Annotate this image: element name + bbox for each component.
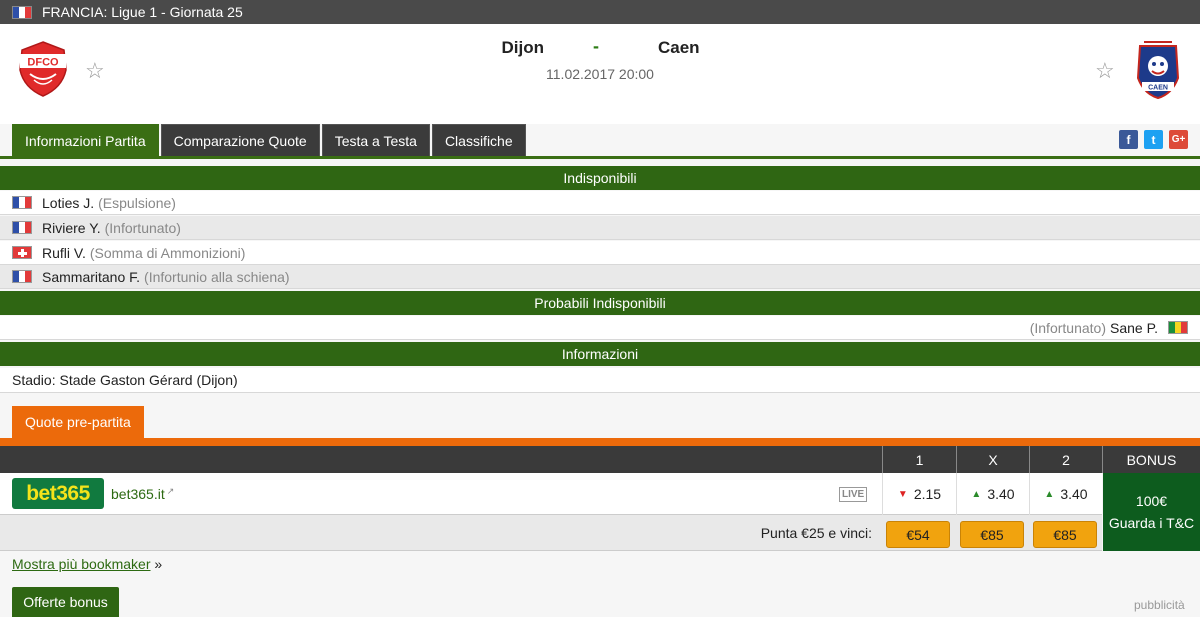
- dijon-logo-icon[interactable]: DFCO: [14, 40, 72, 98]
- odd-away[interactable]: ▲ 3.40: [1029, 473, 1102, 515]
- bonus-offer[interactable]: 100€ Guarda i T&C: [1103, 473, 1200, 551]
- france-flag-icon: [12, 270, 32, 283]
- probable-unavailable-header: Probabili Indisponibili: [0, 291, 1200, 315]
- player-name[interactable]: Riviere Y.: [42, 220, 101, 236]
- switzerland-flag-icon: [12, 246, 32, 259]
- unavailable-header: Indisponibili: [0, 166, 1200, 190]
- favorite-away-star-icon[interactable]: ☆: [1095, 60, 1115, 82]
- stake-row: Punta €25 e vinci: €54 €85 €85: [0, 515, 1102, 551]
- absence-reason: (Infortunio alla schiena): [144, 268, 290, 285]
- odd-away-value: 3.40: [1060, 486, 1088, 502]
- more-arrow-icon: »: [154, 556, 163, 572]
- probable-unavailable-row: (Infortunato) Sane P.: [0, 316, 1200, 340]
- league-bar: FRANCIA: Ligue 1 - Giornata 25: [0, 0, 1200, 24]
- info-header: Informazioni: [0, 342, 1200, 366]
- dijon-logo-text: DFCO: [27, 57, 59, 69]
- unavailable-row: Rufli V. (Somma di Ammonizioni): [0, 241, 1200, 265]
- tab-head-to-head[interactable]: Testa a Testa: [321, 124, 430, 156]
- facebook-share-icon[interactable]: f: [1119, 130, 1138, 149]
- absence-reason: (Somma di Ammonizioni): [89, 244, 246, 261]
- arrow-down-icon: ▼: [897, 488, 908, 500]
- player-name[interactable]: Rufli V.: [42, 245, 86, 261]
- caen-logo-text: CAEN: [1148, 85, 1168, 92]
- absence-reason: (Infortunato): [104, 219, 181, 236]
- league-title[interactable]: FRANCIA: Ligue 1 - Giornata 25: [42, 4, 243, 20]
- odd-draw-value: 3.40: [987, 486, 1015, 502]
- odds-divider: [0, 438, 1200, 446]
- france-flag-icon: [12, 5, 32, 19]
- france-flag-icon: [12, 221, 32, 234]
- tab-pre-match-odds[interactable]: Quote pre-partita: [12, 406, 144, 438]
- external-link-icon: ↗: [166, 486, 175, 496]
- odds-table-header: 1 X 2 BONUS: [0, 446, 1200, 473]
- senegal-flag-icon: [1168, 321, 1188, 334]
- live-badge: LIVE: [839, 487, 868, 502]
- tabs-divider: [0, 156, 1200, 159]
- unavailable-row: Loties J. (Espulsione): [0, 191, 1200, 215]
- win-home-button[interactable]: €54: [886, 521, 950, 548]
- absence-reason: (Infortunato): [1029, 319, 1106, 336]
- unavailable-row: Sammaritano F. (Infortunio alla schiena): [0, 265, 1200, 289]
- col-away: 2: [1029, 446, 1102, 473]
- bet365-logo[interactable]: bet365: [12, 478, 104, 509]
- more-bookmakers-link[interactable]: Mostra più bookmaker: [12, 556, 151, 572]
- france-flag-icon: [12, 196, 32, 209]
- stadium-row: Stadio: Stade Gaston Gérard (Dijon): [0, 368, 1200, 393]
- player-name[interactable]: Sane P.: [1110, 320, 1158, 336]
- twitter-share-icon[interactable]: t: [1144, 130, 1163, 149]
- more-bookmakers: Mostra più bookmaker »: [12, 556, 162, 572]
- odd-home-value: 2.15: [913, 486, 942, 502]
- tab-standings[interactable]: Classifiche: [431, 124, 526, 156]
- tab-odds-comparison[interactable]: Comparazione Quote: [160, 124, 320, 156]
- bookmaker-row: bet365 bet365.it ↗ LIVE ▼ 2.15 ▲ 3.40 ▲ 3…: [0, 473, 1102, 515]
- bonus-amount: 100€: [1135, 493, 1168, 509]
- match-datetime: 11.02.2017 20:00: [546, 66, 654, 82]
- odd-draw[interactable]: ▲ 3.40: [956, 473, 1029, 515]
- col-bonus: BONUS: [1102, 446, 1200, 473]
- score-separator: -: [593, 36, 599, 56]
- player-name[interactable]: Sammaritano F.: [42, 269, 140, 285]
- stadium-info: Stadio: Stade Gaston Gérard (Dijon): [12, 372, 238, 388]
- stake-label: Punta €25 e vinci:: [760, 525, 872, 541]
- win-away-button[interactable]: €85: [1033, 521, 1097, 548]
- google-plus-share-icon[interactable]: G+: [1169, 130, 1188, 149]
- tab-match-info[interactable]: Informazioni Partita: [12, 124, 159, 156]
- odd-home[interactable]: ▼ 2.15: [882, 473, 956, 515]
- favorite-home-star-icon[interactable]: ☆: [85, 60, 105, 82]
- player-name[interactable]: Loties J.: [42, 195, 94, 211]
- match-header: DFCO ☆ Dijon - Caen 11.02.2017 20:00 ☆ C…: [0, 24, 1200, 124]
- home-team-name[interactable]: Dijon: [480, 38, 545, 58]
- match-tabs: Informazioni Partita Comparazione Quote …: [12, 124, 526, 156]
- col-draw: X: [956, 446, 1029, 473]
- absence-reason: (Espulsione): [98, 194, 176, 211]
- bookmaker-link-text[interactable]: bet365.it: [111, 486, 165, 502]
- unavailable-row: Riviere Y. (Infortunato): [0, 216, 1200, 240]
- bonus-terms-link[interactable]: Guarda i T&C: [1109, 512, 1194, 534]
- col-home: 1: [882, 446, 956, 473]
- bonus-offers-button[interactable]: Offerte bonus: [12, 587, 119, 617]
- arrow-up-icon: ▲: [971, 488, 982, 500]
- advertisement-label: pubblicità: [1134, 598, 1185, 612]
- win-draw-button[interactable]: €85: [960, 521, 1024, 548]
- arrow-up-icon: ▲: [1044, 488, 1055, 500]
- away-team-name[interactable]: Caen: [658, 38, 700, 58]
- caen-logo-icon[interactable]: CAEN: [1132, 38, 1184, 100]
- bookmaker-link[interactable]: bet365.it ↗: [111, 486, 174, 502]
